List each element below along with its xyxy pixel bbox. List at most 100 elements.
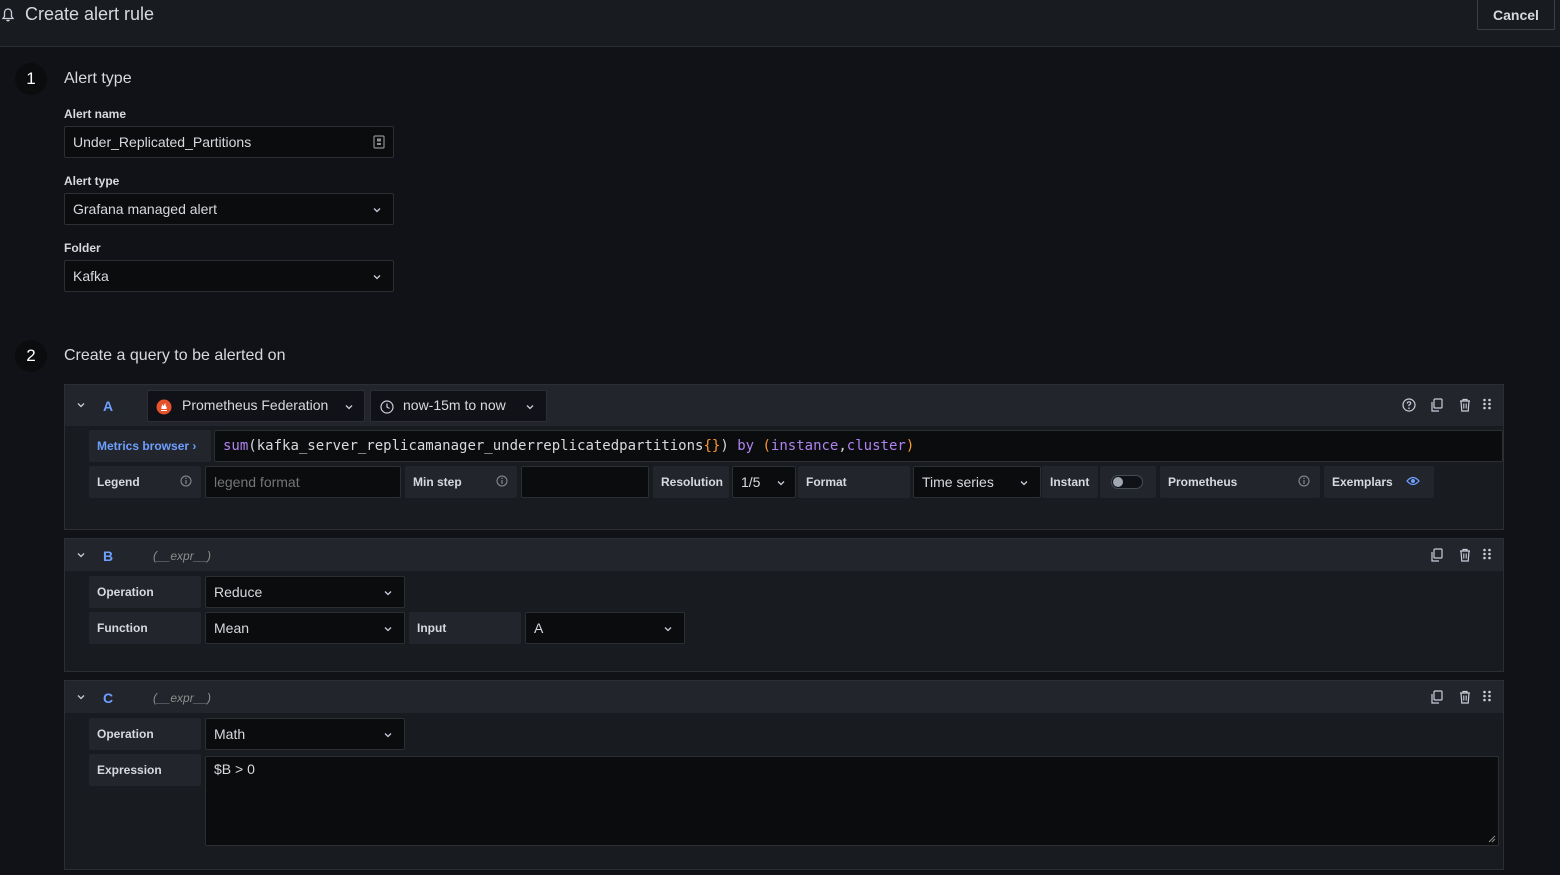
- alert-name-value: Under_Replicated_Partitions: [73, 134, 252, 150]
- trash-icon[interactable]: [1458, 548, 1472, 562]
- query-by-keyword: by: [737, 438, 755, 454]
- expression-textarea[interactable]: $B > 0: [205, 756, 1499, 846]
- chevron-down-icon: [384, 627, 392, 632]
- info-icon[interactable]: [180, 475, 192, 487]
- query-a-panel: A Prometheus Federation now-15m to now M…: [64, 384, 1504, 530]
- duplicate-icon[interactable]: [1430, 690, 1444, 704]
- instant-toggle-knob: [1113, 477, 1123, 487]
- alert-type-label: Alert type: [64, 174, 120, 188]
- cancel-button[interactable]: Cancel: [1477, 0, 1555, 30]
- chevron-down-icon: [345, 405, 353, 410]
- resolution-value: 1/5: [741, 474, 761, 490]
- step-title-query: Create a query to be alerted on: [64, 347, 286, 364]
- input-label: Input: [409, 612, 521, 644]
- folder-label: Folder: [64, 241, 101, 255]
- operation-select[interactable]: Reduce: [205, 576, 405, 608]
- folder-value: Kafka: [73, 268, 109, 284]
- query-c-letter[interactable]: C: [103, 690, 113, 706]
- alert-name-input[interactable]: Under_Replicated_Partitions: [64, 126, 394, 158]
- chevron-down-icon: [373, 208, 381, 213]
- alert-name-label: Alert name: [64, 107, 127, 121]
- folder-select[interactable]: Kafka: [64, 260, 394, 292]
- input-value: A: [534, 620, 544, 636]
- drag-handle-icon[interactable]: [1480, 690, 1494, 704]
- clipboard-icon: [373, 135, 385, 149]
- function-select[interactable]: Mean: [205, 612, 405, 644]
- bell-icon: [2, 8, 14, 22]
- operation-select[interactable]: Math: [205, 718, 405, 750]
- exemplars-label-text: Exemplars: [1332, 475, 1393, 489]
- drag-handle-icon[interactable]: [1480, 398, 1494, 412]
- instant-label: Instant: [1042, 466, 1098, 498]
- operation-value: Reduce: [214, 584, 263, 600]
- input-select[interactable]: A: [525, 612, 685, 644]
- step-number-1: 1: [15, 63, 47, 95]
- duplicate-icon[interactable]: [1430, 398, 1444, 412]
- min-step-label-text: Min step: [413, 475, 462, 489]
- query-c-expr-tag: (__expr__): [153, 691, 212, 705]
- operation-label: Operation: [89, 576, 201, 608]
- metrics-browser-button[interactable]: Metrics browser ›: [89, 430, 211, 462]
- help-icon[interactable]: [1402, 398, 1416, 412]
- chevron-down-icon: [664, 627, 672, 632]
- query-metric: kafka_server_replicamanager_underreplica…: [256, 438, 704, 454]
- format-label: Format: [798, 466, 910, 498]
- operation-value: Math: [214, 726, 246, 742]
- legend-label-text: Legend: [97, 475, 140, 489]
- duplicate-icon[interactable]: [1430, 548, 1444, 562]
- collapse-chevron-icon[interactable]: [77, 401, 85, 409]
- expression-label: Expression: [89, 754, 201, 786]
- query-c-panel: C (__expr__) Operation Math Expression $…: [64, 680, 1504, 870]
- query-label-instance: instance: [770, 438, 839, 454]
- info-icon[interactable]: [1298, 475, 1310, 487]
- trash-icon[interactable]: [1458, 690, 1472, 704]
- eye-icon[interactable]: [1406, 475, 1420, 487]
- drag-handle-icon[interactable]: [1480, 548, 1494, 562]
- query-a-letter[interactable]: A: [103, 398, 113, 414]
- chevron-down-icon: [526, 405, 534, 410]
- query-function: sum: [223, 438, 249, 454]
- resolution-select[interactable]: 1/5: [732, 466, 796, 498]
- page-title: Create alert rule: [25, 4, 155, 24]
- chevron-down-icon: [777, 481, 785, 486]
- query-c-header: [65, 681, 1503, 713]
- prometheus-icon: [156, 399, 172, 415]
- query-label-cluster: cluster: [846, 438, 906, 454]
- step-number-2: 2: [15, 340, 47, 372]
- format-select[interactable]: Time series: [913, 466, 1041, 498]
- chevron-down-icon: [1020, 481, 1028, 486]
- info-icon[interactable]: [496, 475, 508, 487]
- alert-type-select[interactable]: Grafana managed alert: [64, 193, 394, 225]
- query-b-expr-tag: (__expr__): [153, 549, 212, 563]
- chevron-down-icon: [373, 275, 381, 280]
- step-title-alert-type: Alert type: [64, 70, 132, 87]
- datasource-name: Prometheus Federation: [182, 397, 329, 413]
- clock-icon: [380, 400, 394, 414]
- function-label: Function: [89, 612, 201, 644]
- format-value: Time series: [922, 474, 994, 490]
- query-b-panel: B (__expr__) Operation Reduce Function M…: [64, 538, 1504, 672]
- collapse-chevron-icon[interactable]: [77, 551, 85, 559]
- instant-toggle[interactable]: [1111, 475, 1143, 489]
- legend-format-input[interactable]: [205, 466, 401, 498]
- query-b-header: [65, 539, 1503, 571]
- function-value: Mean: [214, 620, 250, 636]
- query-braces: {}: [703, 438, 721, 454]
- instant-toggle-wrap: [1100, 466, 1156, 498]
- chevron-down-icon: [384, 733, 392, 738]
- min-step-input[interactable]: [521, 466, 649, 498]
- time-range-value: now-15m to now: [403, 397, 506, 413]
- prometheus-label: Prometheus: [1160, 466, 1320, 498]
- chevron-down-icon: [384, 591, 392, 596]
- page-header: Create alert rule Cancel: [0, 0, 1560, 47]
- prometheus-label-text: Prometheus: [1168, 475, 1238, 489]
- trash-icon[interactable]: [1458, 398, 1472, 412]
- collapse-chevron-icon[interactable]: [77, 693, 85, 701]
- time-range-picker[interactable]: now-15m to now: [370, 390, 547, 422]
- resize-handle-icon[interactable]: [1488, 835, 1496, 843]
- datasource-picker[interactable]: Prometheus Federation: [147, 390, 365, 422]
- promql-query-input[interactable]: sum(kafka_server_replicamanager_underrep…: [214, 430, 1503, 462]
- alert-type-value: Grafana managed alert: [73, 201, 217, 217]
- expression-value: $B > 0: [214, 761, 255, 777]
- query-b-letter[interactable]: B: [103, 548, 113, 564]
